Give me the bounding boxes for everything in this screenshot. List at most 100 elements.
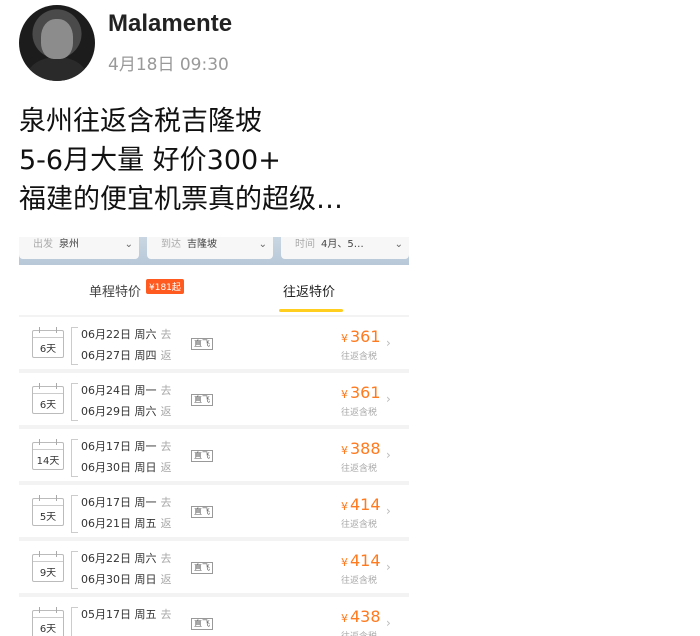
flight-row[interactable]: 6天 05月17日 周五去直飞 ¥438 往返含税 › bbox=[19, 597, 409, 636]
price: ¥414 bbox=[341, 495, 381, 514]
calendar-icon: 9天 bbox=[32, 551, 64, 582]
go-tag: 去 bbox=[160, 440, 172, 453]
go-tag: 去 bbox=[160, 552, 172, 565]
price-note: 往返含税 bbox=[341, 520, 378, 530]
price: ¥361 bbox=[341, 327, 381, 346]
calendar-icon: 14天 bbox=[32, 439, 64, 470]
filter-bar: 出发 泉州 ⌄ 到达 吉隆坡 ⌄ 时间 4月、5… ⌄ bbox=[19, 237, 409, 265]
return-date: 06月30日 周日返 bbox=[81, 459, 172, 475]
date-text: 06月30日 周日 bbox=[81, 573, 157, 586]
chevron-right-icon: › bbox=[386, 336, 391, 350]
go-tag: 去 bbox=[160, 496, 172, 509]
filter-arrival[interactable]: 到达 吉隆坡 ⌄ bbox=[147, 237, 273, 259]
price-value: 361 bbox=[350, 383, 381, 402]
post-line: 5-6月大量 好价300+ bbox=[19, 145, 281, 176]
departure-date: 06月22日 周六去 bbox=[81, 326, 172, 342]
calendar-icon: 6天 bbox=[32, 607, 64, 636]
trip-days: 6天 bbox=[39, 400, 57, 411]
chevron-down-icon: ⌄ bbox=[394, 239, 403, 250]
direct-flight-badge: 直飞 bbox=[191, 618, 213, 630]
currency-symbol: ¥ bbox=[341, 500, 348, 513]
flight-row[interactable]: 5天 06月17日 周一去 06月21日 周五返直飞 ¥414 往返含税 › bbox=[19, 485, 409, 537]
date-bracket bbox=[71, 551, 78, 589]
departure-date: 06月24日 周一去 bbox=[81, 382, 172, 398]
date-text: 05月17日 周五 bbox=[81, 608, 157, 621]
date-bracket bbox=[71, 383, 78, 421]
chevron-right-icon: › bbox=[386, 560, 391, 574]
flight-row[interactable]: 6天 06月24日 周一去 06月29日 周六返直飞 ¥361 往返含税 › bbox=[19, 373, 409, 425]
post-time: 4月18日 09:30 bbox=[108, 55, 229, 75]
calendar-icon: 5天 bbox=[32, 495, 64, 526]
date-text: 06月29日 周六 bbox=[81, 405, 157, 418]
departure-date: 06月17日 周一去 bbox=[81, 438, 172, 454]
price-value: 438 bbox=[350, 607, 381, 626]
date-text: 06月27日 周四 bbox=[81, 349, 157, 362]
currency-symbol: ¥ bbox=[341, 444, 348, 457]
chevron-down-icon: ⌄ bbox=[258, 239, 267, 250]
departure-date: 06月17日 周一去 bbox=[81, 494, 172, 510]
filter-time[interactable]: 时间 4月、5… ⌄ bbox=[281, 237, 409, 259]
direct-flight-badge: 直飞 bbox=[191, 562, 213, 574]
return-date: 06月29日 周六返 bbox=[81, 403, 172, 419]
price-note: 往返含税 bbox=[341, 629, 377, 636]
date-bracket bbox=[71, 327, 78, 365]
flight-row[interactable]: 9天 06月22日 周六去 06月30日 周日返 直飞 ¥414 往返含税 › bbox=[19, 541, 409, 593]
return-tag: 返 bbox=[160, 573, 172, 586]
price-note: 往返含税 bbox=[341, 464, 378, 474]
date-bracket bbox=[71, 607, 78, 636]
return-date: 06月27日 周四返 bbox=[81, 347, 172, 363]
direct-flight-badge: 直飞 bbox=[191, 450, 213, 462]
filter-value: 泉州 bbox=[59, 239, 79, 250]
flight-row[interactable]: 6天 06月22日 周六去 06月27日 周四返直飞 ¥361 往返含税 › bbox=[19, 317, 409, 369]
price: ¥361 bbox=[341, 383, 381, 402]
go-tag: 去 bbox=[160, 608, 172, 621]
chevron-right-icon: › bbox=[386, 448, 391, 462]
filter-value: 4月、5… bbox=[321, 239, 364, 250]
date-bracket bbox=[71, 495, 78, 533]
return-date: 06月21日 周五返 bbox=[81, 515, 172, 531]
avatar[interactable] bbox=[19, 5, 95, 81]
date-text: 06月24日 周一 bbox=[81, 384, 157, 397]
date-text: 06月22日 周六 bbox=[81, 328, 157, 341]
username[interactable]: Malamente bbox=[108, 10, 232, 38]
price-value: 388 bbox=[350, 439, 381, 458]
embedded-screenshot[interactable]: 出发 泉州 ⌄ 到达 吉隆坡 ⌄ 时间 4月、5… ⌄ 单程特价 ¥181起 往返特价 6天… bbox=[19, 237, 409, 636]
date-text: 06月17日 周一 bbox=[81, 440, 157, 453]
direct-flight-badge: 直飞 bbox=[191, 338, 213, 350]
price: ¥414 bbox=[341, 551, 381, 570]
currency-symbol: ¥ bbox=[341, 556, 348, 569]
date-text: 06月22日 周六 bbox=[81, 552, 157, 565]
tab-bar: 单程特价 ¥181起 往返特价 bbox=[19, 265, 409, 315]
trip-days: 6天 bbox=[39, 344, 57, 355]
post-line: 泉州往返含税吉隆坡 bbox=[19, 106, 262, 137]
tab-oneway[interactable]: 单程特价 bbox=[89, 281, 141, 300]
date-text: 06月30日 周日 bbox=[81, 461, 157, 474]
chevron-right-icon: › bbox=[386, 392, 391, 406]
trip-days: 5天 bbox=[39, 512, 57, 523]
chevron-right-icon: › bbox=[386, 616, 391, 630]
filter-value: 吉隆坡 bbox=[187, 239, 217, 250]
chevron-right-icon: › bbox=[386, 504, 391, 518]
price: ¥438 bbox=[341, 607, 381, 626]
currency-symbol: ¥ bbox=[341, 612, 348, 625]
return-tag: 返 bbox=[160, 461, 172, 474]
trip-days: 6天 bbox=[39, 624, 57, 635]
calendar-icon: 6天 bbox=[32, 327, 64, 358]
go-tag: 去 bbox=[160, 328, 172, 341]
post-text: 泉州往返含税吉隆坡 5-6月大量 好价300+ 福建的便宜机票真的超级… bbox=[19, 102, 343, 219]
go-tag: 去 bbox=[160, 384, 172, 397]
calendar-icon: 6天 bbox=[32, 383, 64, 414]
return-tag: 返 bbox=[160, 349, 172, 362]
trip-days: 9天 bbox=[39, 568, 57, 579]
return-tag: 返 bbox=[160, 405, 172, 418]
price-badge: ¥181起 bbox=[146, 279, 184, 294]
price: ¥388 bbox=[341, 439, 381, 458]
post-line[interactable]: 福建的便宜机票真的超级… bbox=[19, 180, 343, 219]
filter-departure[interactable]: 出发 泉州 ⌄ bbox=[19, 237, 139, 259]
flight-row[interactable]: 14天 06月17日 周一去 06月30日 周日返直飞 ¥388 往返含税 › bbox=[19, 429, 409, 481]
filter-label: 时间 bbox=[295, 239, 315, 250]
price-note: 往返含税 bbox=[341, 576, 378, 586]
filter-label: 出发 bbox=[33, 239, 53, 250]
trip-days: 14天 bbox=[36, 456, 60, 467]
tab-roundtrip[interactable]: 往返特价 bbox=[283, 281, 335, 300]
